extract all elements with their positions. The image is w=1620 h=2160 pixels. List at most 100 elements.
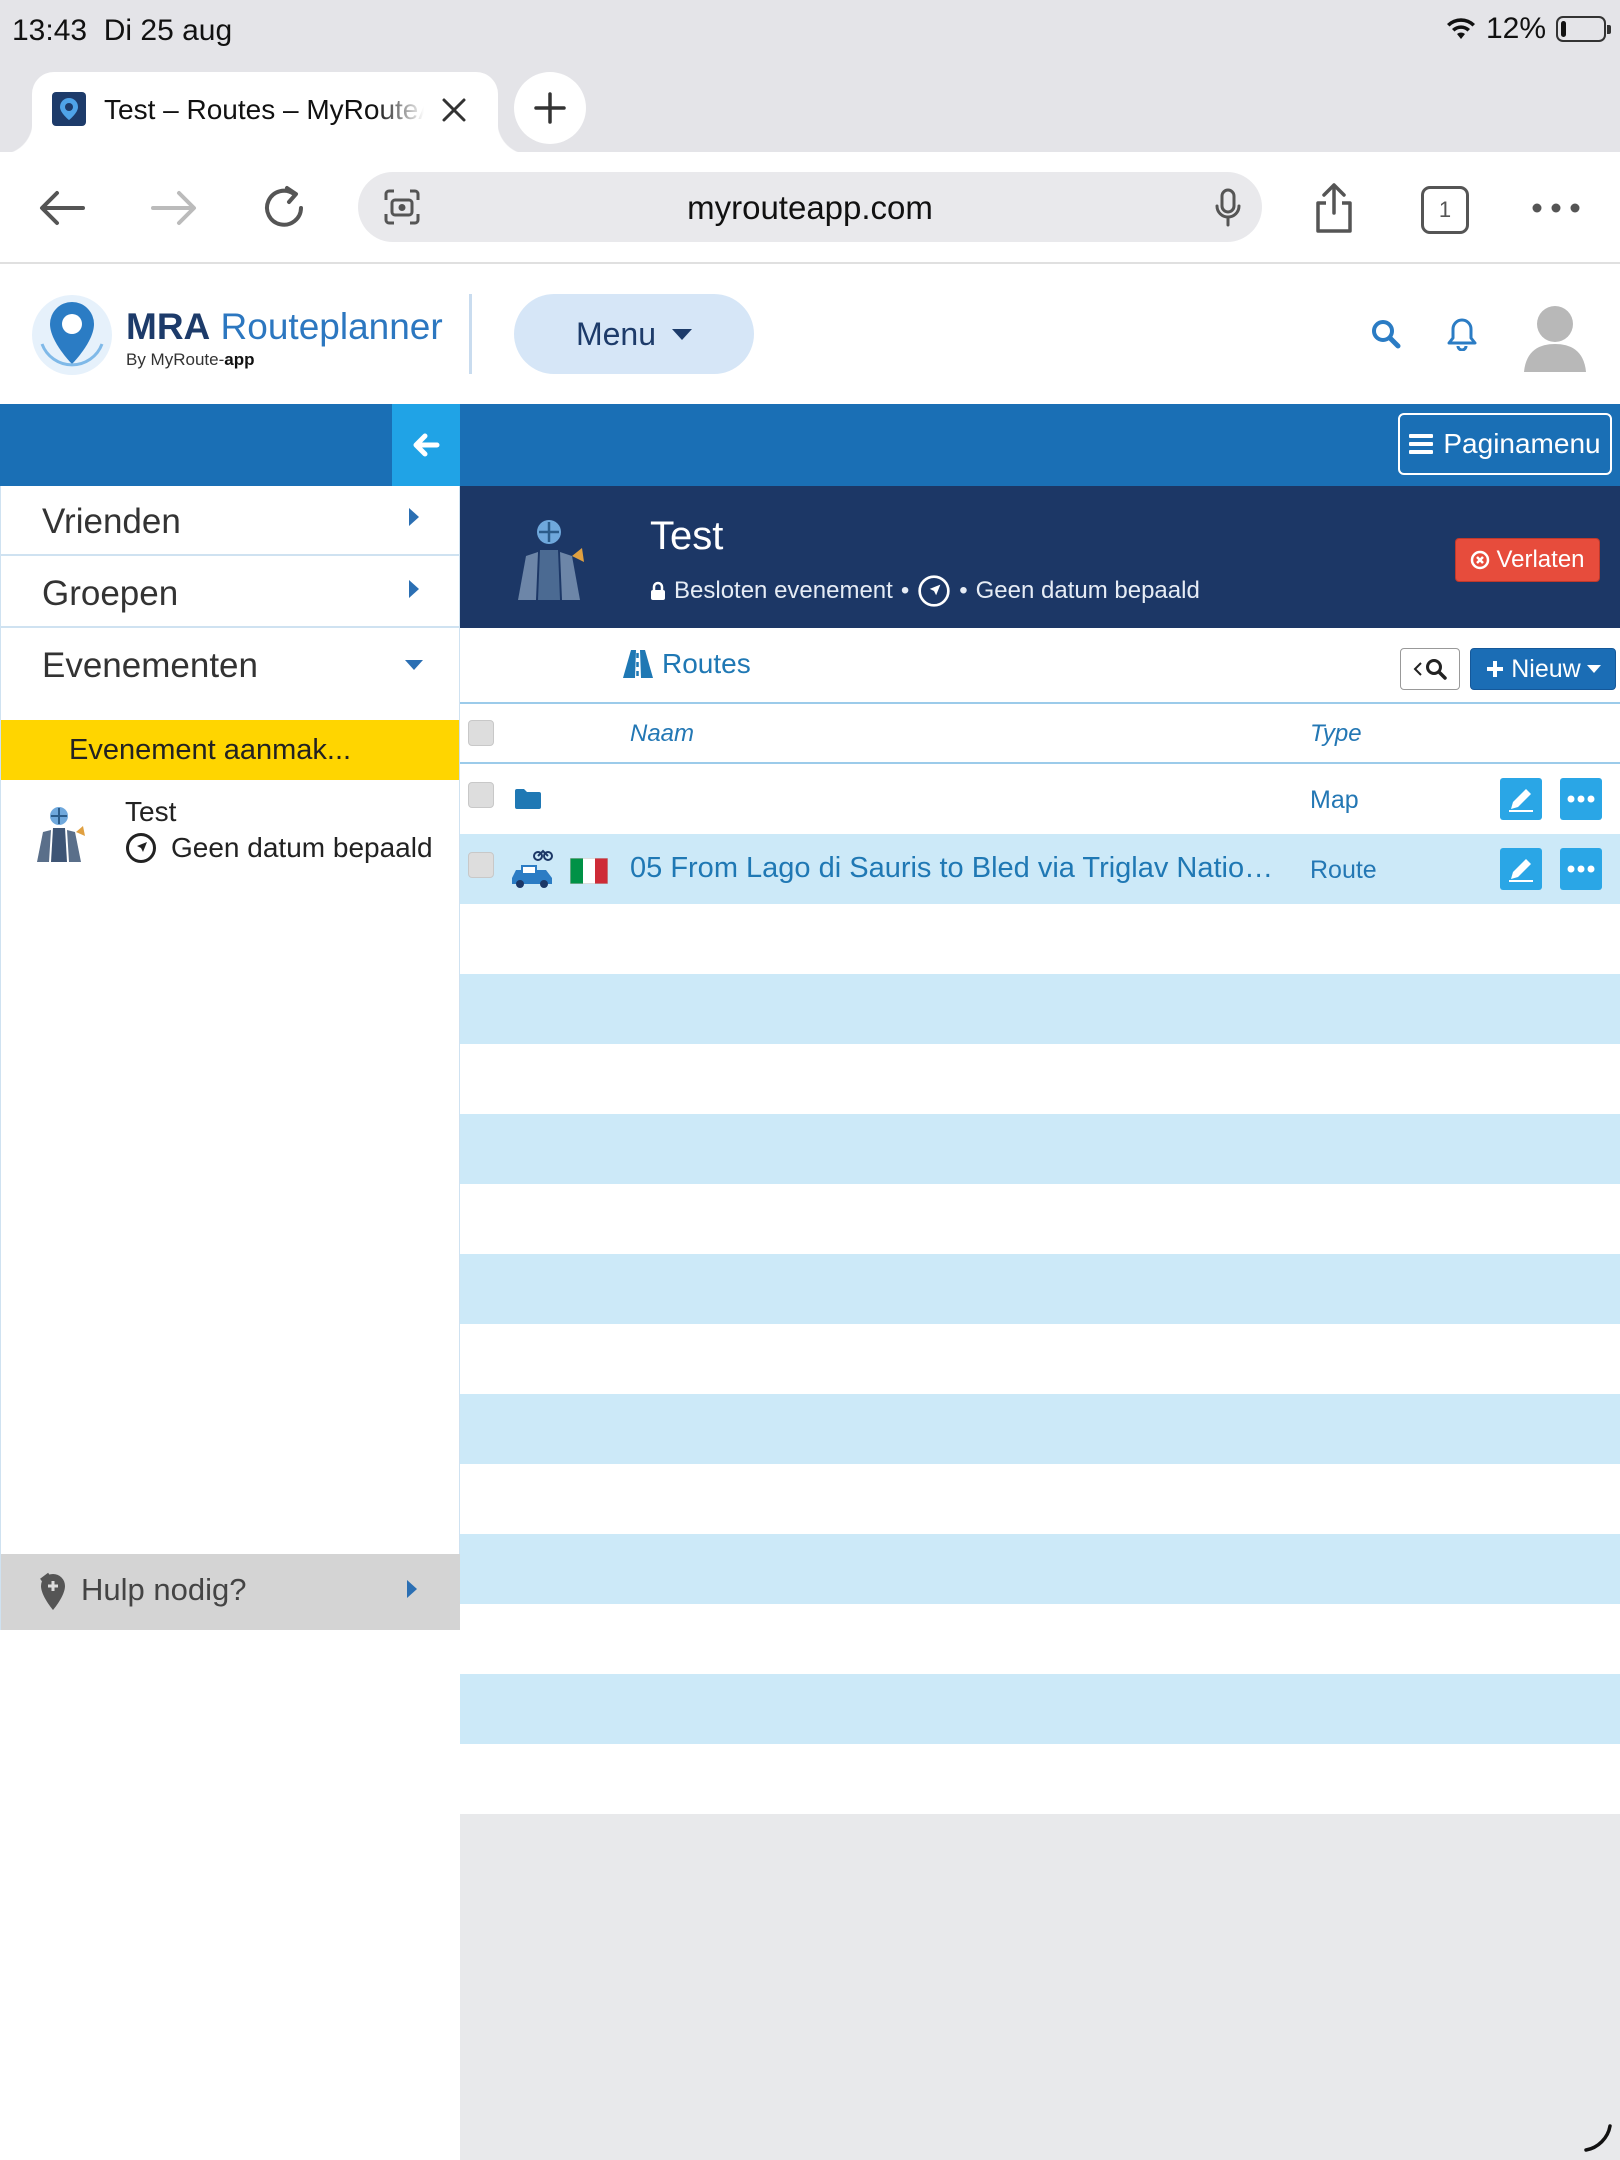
tab-count-button[interactable]: 1 xyxy=(1421,186,1469,234)
browser-toolbar: myrouteapp.com 1 xyxy=(0,152,1620,264)
event-meta: Besloten evenement • • Geen datum bepaal… xyxy=(650,574,1200,608)
reload-button[interactable] xyxy=(256,180,312,236)
search-icon xyxy=(1372,320,1401,349)
page-menu-button[interactable]: Paginamenu xyxy=(1398,413,1612,475)
status-date: Di 25 aug xyxy=(103,14,233,47)
motorcycle-car-icon xyxy=(512,849,553,888)
bell-icon xyxy=(1447,318,1477,351)
more-options-button[interactable] xyxy=(1528,180,1584,236)
compass-icon xyxy=(918,575,950,607)
column-type-header[interactable]: Type xyxy=(1310,720,1362,748)
search-button[interactable] xyxy=(1366,314,1406,354)
search-icon xyxy=(1426,659,1447,680)
microphone-icon[interactable] xyxy=(1214,188,1242,228)
meta-separator: • xyxy=(900,577,910,604)
page-menu-label: Paginamenu xyxy=(1443,428,1601,459)
logo-routeplanner: Routeplanner xyxy=(220,306,443,347)
folder-icon xyxy=(515,789,541,809)
row-checkbox[interactable] xyxy=(468,852,494,878)
column-name-header[interactable]: Naam xyxy=(630,720,694,748)
sidebar: Vrienden Groepen Evenementen Evenement a… xyxy=(0,486,461,2160)
caret-right-icon xyxy=(407,1580,417,1598)
empty-row xyxy=(460,1464,1620,1534)
help-button[interactable]: Hulp nodig? xyxy=(1,1554,461,1630)
status-time: 13:43 Di 25 aug xyxy=(12,14,232,48)
edit-button[interactable] xyxy=(1500,778,1542,820)
caret-down-icon xyxy=(672,328,693,340)
resize-grip-icon[interactable] xyxy=(1582,2122,1612,2152)
event-banner: Test Besloten evenement • • Geen datum b… xyxy=(460,486,1620,628)
tab-routes-label: Routes xyxy=(662,648,751,679)
battery-percent: 12% xyxy=(1485,12,1546,45)
meta-separator: • xyxy=(959,577,968,604)
header-divider xyxy=(469,294,472,374)
main-menu-button[interactable]: Menu xyxy=(514,294,754,374)
more-actions-button[interactable] xyxy=(1560,778,1602,820)
arrow-left-icon xyxy=(413,433,440,457)
row-name[interactable]: 05 From Lago di Sauris to Bled via Trigl… xyxy=(630,852,1288,885)
battery-fill xyxy=(1561,21,1566,37)
riders-group-icon xyxy=(518,520,584,600)
toggle-search-button[interactable] xyxy=(1400,648,1460,690)
leave-event-button[interactable]: Verlaten xyxy=(1455,538,1600,582)
chevron-left-icon xyxy=(1413,662,1422,676)
logo-by: By MyRoute- xyxy=(126,350,225,369)
address-bar[interactable]: myrouteapp.com xyxy=(358,172,1262,242)
favicon-icon xyxy=(52,92,86,126)
reload-icon xyxy=(265,186,303,227)
empty-row xyxy=(460,974,1620,1044)
tab-title: Test – Routes – MyRouteApp xyxy=(104,94,424,125)
caret-right-icon xyxy=(409,508,419,526)
ellipsis-icon xyxy=(1532,203,1580,213)
tab-routes[interactable]: Routes xyxy=(622,648,751,680)
ellipsis-icon xyxy=(1567,865,1595,873)
collapse-sidebar-button[interactable] xyxy=(392,404,460,486)
user-avatar[interactable] xyxy=(1520,300,1590,372)
menu-label: Menu xyxy=(575,315,657,352)
mra-logo[interactable]: MRA Routeplanner By MyRoute-app xyxy=(30,292,443,378)
row-checkbox[interactable] xyxy=(468,782,494,808)
new-tab-button[interactable] xyxy=(514,72,586,144)
logo-subtitle: By MyRoute-app xyxy=(126,350,254,370)
more-actions-button[interactable] xyxy=(1560,848,1602,890)
empty-row xyxy=(460,1674,1620,1744)
empty-row xyxy=(460,1534,1620,1604)
riders-group-icon xyxy=(37,807,85,862)
battery-icon xyxy=(1556,16,1611,42)
sidebar-item-groups[interactable]: Groepen xyxy=(1,558,459,628)
app-header: MRA Routeplanner By MyRoute-app Menu xyxy=(0,266,1620,404)
sidebar-item-events[interactable]: Evenementen xyxy=(1,630,459,720)
caret-right-icon xyxy=(409,580,419,598)
logo-mra: MRA xyxy=(126,306,211,347)
close-tab-icon[interactable] xyxy=(436,92,472,128)
share-button[interactable] xyxy=(1306,180,1362,236)
event-privacy: Besloten evenement xyxy=(674,577,893,604)
edit-button[interactable] xyxy=(1500,848,1542,890)
sidebar-item-label: Evenementen xyxy=(42,646,258,685)
main-panel: Test Besloten evenement • • Geen datum b… xyxy=(460,486,1620,2160)
create-event-button[interactable]: Evenement aanmak... xyxy=(1,720,459,780)
notifications-button[interactable] xyxy=(1442,314,1482,354)
forward-button[interactable] xyxy=(146,180,202,236)
lock-icon xyxy=(651,581,665,600)
arrow-left-icon xyxy=(40,191,85,225)
row-type: Map xyxy=(1310,786,1359,814)
sidebar-item-friends[interactable]: Vrienden xyxy=(1,486,459,556)
sidebar-event-item[interactable]: Test Geen datum bepaald xyxy=(1,782,459,882)
wifi-icon xyxy=(1446,18,1475,39)
arrow-right-icon xyxy=(151,191,196,225)
empty-row xyxy=(460,1114,1620,1184)
status-indicators: 12% xyxy=(1446,12,1611,46)
select-all-checkbox[interactable] xyxy=(468,720,494,746)
empty-row xyxy=(460,1394,1620,1464)
sidebar-event-date: Geen datum bepaald xyxy=(125,832,433,864)
table-row[interactable]: Map xyxy=(460,764,1620,834)
hamburger-icon xyxy=(1409,434,1434,454)
back-button[interactable] xyxy=(34,180,90,236)
browser-tab[interactable]: Test – Routes – MyRouteApp xyxy=(0,72,530,154)
table-row[interactable]: 05 From Lago di Sauris to Bled via Trigl… xyxy=(460,834,1620,904)
pin-logo-icon xyxy=(32,295,112,375)
empty-row xyxy=(460,904,1620,974)
close-circle-icon xyxy=(1471,550,1490,570)
new-route-button[interactable]: Nieuw xyxy=(1470,648,1616,690)
